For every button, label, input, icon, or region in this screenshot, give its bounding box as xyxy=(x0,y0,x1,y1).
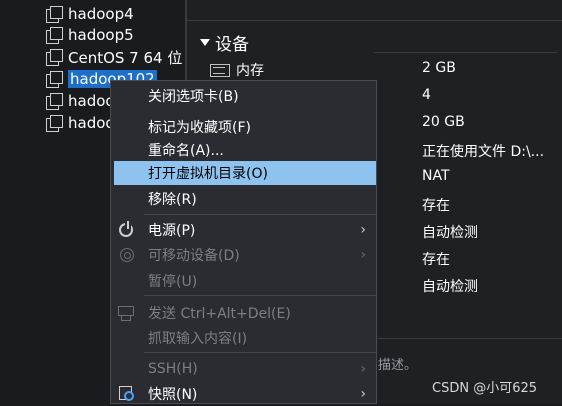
menu-item-label: 暂停(U) xyxy=(148,274,198,290)
menu-item-close-tab[interactable]: 关闭选项卡(B) xyxy=(111,84,376,108)
power-icon xyxy=(119,221,133,237)
device-value: 2 GB xyxy=(422,60,456,76)
device-name: 内存 xyxy=(236,63,264,79)
vm-label: hadoo xyxy=(68,114,115,132)
menu-item-power[interactable]: 电源(P) › xyxy=(111,218,376,242)
device-value: 存在 xyxy=(422,198,450,214)
menu-item-label: 重命名(A)... xyxy=(148,143,224,159)
menu-separator xyxy=(144,295,376,296)
submenu-arrow-icon: › xyxy=(360,361,366,377)
memory-icon xyxy=(210,63,230,77)
watermark: CSDN @小可625 xyxy=(432,381,538,396)
menu-item-ssh[interactable]: SSH(H) › xyxy=(111,357,376,381)
divider xyxy=(374,52,557,53)
context-menu: 关闭选项卡(B) 标记为收藏项(F) 重命名(A)... 打开虚拟机目录(O) … xyxy=(110,80,377,404)
vm-label: CentOS 7 64 位 xyxy=(68,48,183,67)
description-placeholder[interactable]: 描述。 xyxy=(378,354,417,373)
devices-section-header[interactable]: 设备 xyxy=(200,30,249,55)
menu-item-label: 可移动设备(D) xyxy=(148,248,240,264)
removable-device-icon xyxy=(120,248,134,262)
device-value: 20 GB xyxy=(422,114,465,130)
menu-item-pause[interactable]: 暂停(U) xyxy=(111,269,376,293)
menu-item-label: 打开虚拟机目录(O) xyxy=(148,166,268,182)
menu-item-label: 快照(N) xyxy=(148,387,198,403)
device-value: NAT xyxy=(422,168,450,184)
vm-label: hadoop5 xyxy=(68,26,134,44)
device-value: 4 xyxy=(422,87,431,103)
menu-item-remove[interactable]: 移除(R) xyxy=(111,187,376,211)
device-value: 自动检测 xyxy=(422,225,478,241)
menu-item-snapshot[interactable]: 快照(N) › xyxy=(111,382,376,406)
divider xyxy=(187,20,562,21)
menu-item-label: 电源(P) xyxy=(148,223,196,239)
vm-item-hadoo-b[interactable]: hadoo xyxy=(46,112,115,134)
vm-item-hadoo-a[interactable]: hadoo xyxy=(46,90,115,112)
menu-item-open-vm-directory[interactable]: 打开虚拟机目录(O) xyxy=(114,161,376,185)
vm-item-hadoop5[interactable]: hadoop5 xyxy=(46,24,134,46)
menu-item-rename[interactable]: 重命名(A)... xyxy=(111,138,376,162)
menu-separator xyxy=(144,214,376,215)
submenu-arrow-icon: › xyxy=(360,386,366,402)
vm-item-hadoop4[interactable]: hadoop4 xyxy=(46,3,134,25)
submenu-arrow-icon: › xyxy=(360,222,366,238)
devices-section-title: 设备 xyxy=(215,35,249,55)
vm-item-centos[interactable]: CentOS 7 64 位 xyxy=(46,46,182,68)
menu-separator xyxy=(144,352,376,353)
menu-item-label: SSH(H) xyxy=(148,361,198,377)
menu-item-removable-devices[interactable]: 可移动设备(D) › xyxy=(111,243,376,267)
snapshot-icon xyxy=(119,386,135,402)
vm-icon xyxy=(46,93,63,110)
vm-icon xyxy=(46,71,63,88)
menu-item-label: 标记为收藏项(F) xyxy=(148,120,251,136)
menu-item-mark-favorite[interactable]: 标记为收藏项(F) xyxy=(111,115,376,139)
vm-icon xyxy=(46,27,63,44)
collapse-caret-icon xyxy=(200,39,210,46)
device-memory[interactable]: 内存 xyxy=(210,60,264,80)
menu-item-label: 发送 Ctrl+Alt+Del(E) xyxy=(148,306,291,322)
menu-item-label: 移除(R) xyxy=(148,192,197,208)
menu-item-label: 抓取输入内容(I) xyxy=(148,331,248,347)
send-keys-icon xyxy=(118,305,136,321)
device-value: 存在 xyxy=(422,252,450,268)
device-value: 正在使用文件 D:\... xyxy=(422,144,545,160)
vm-icon xyxy=(46,6,63,23)
device-value: 自动检测 xyxy=(422,279,478,295)
vm-label: hadoop4 xyxy=(68,5,134,23)
vm-label: hadoo xyxy=(68,92,115,110)
divider xyxy=(374,338,562,339)
menu-item-grab-input[interactable]: 抓取输入内容(I) xyxy=(111,326,376,350)
vm-icon xyxy=(46,115,63,132)
submenu-arrow-icon: › xyxy=(360,247,366,263)
menu-item-label: 关闭选项卡(B) xyxy=(148,89,239,105)
vm-icon xyxy=(46,49,63,66)
menu-item-send-ctrl-alt-del[interactable]: 发送 Ctrl+Alt+Del(E) xyxy=(111,301,376,325)
